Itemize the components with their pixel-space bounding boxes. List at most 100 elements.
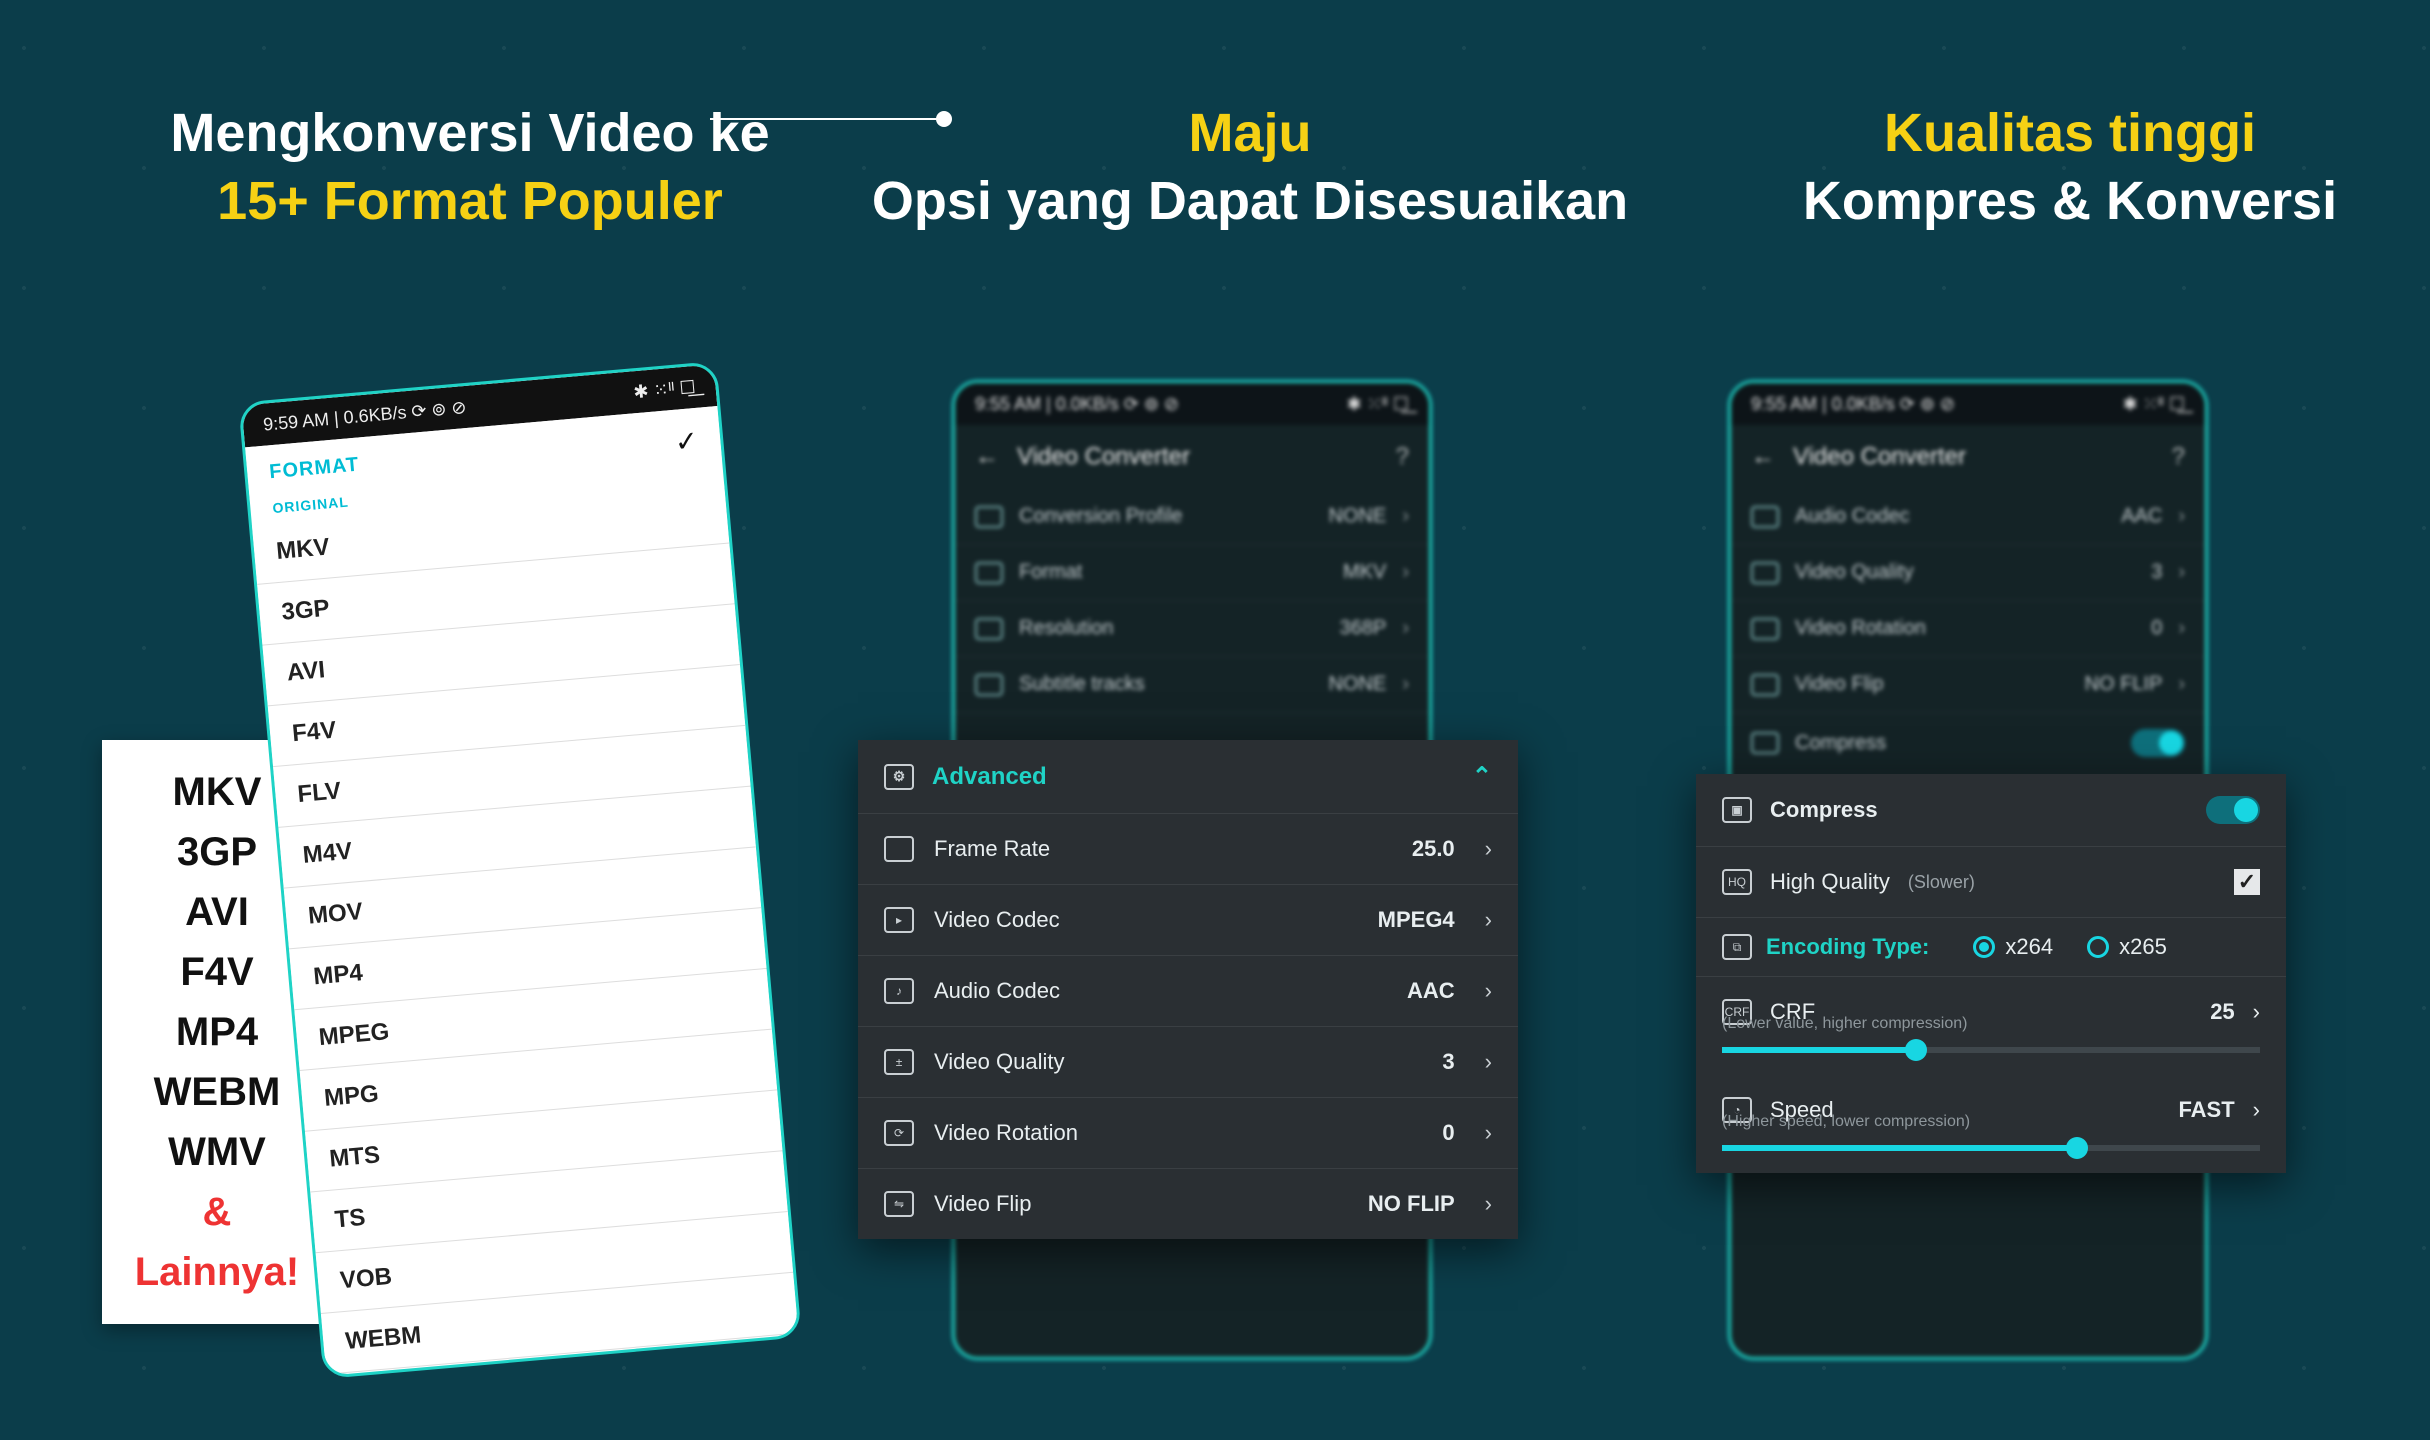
high-quality-row[interactable]: HQ High Quality (Slower) ✓: [1696, 846, 2286, 917]
help-icon[interactable]: ?: [2172, 443, 2185, 471]
row-label: Video Flip: [1795, 673, 1884, 696]
compress-title: Compress: [1770, 797, 1878, 823]
flip-icon: ⇋: [884, 1191, 914, 1217]
compress-toggle[interactable]: [2131, 729, 2185, 757]
settings-row[interactable]: Video Flip NO FLIP ›: [1731, 657, 2205, 713]
row-value: AAC: [2121, 505, 2162, 528]
advanced-header[interactable]: Advanced ⌃: [858, 740, 1518, 813]
settings-row[interactable]: ⟳ Video Rotation 0 ›: [858, 1097, 1518, 1168]
status-right: ✱ ⁙ᴵᴵ ☐͟: [2123, 394, 2185, 415]
rotation-icon: [1751, 618, 1779, 640]
hq-icon: HQ: [1722, 869, 1752, 895]
chevron-right-icon: ›: [1402, 617, 1409, 640]
row-label: Subtitle tracks: [1019, 673, 1145, 696]
quality-icon: ±: [884, 1049, 914, 1075]
settings-row[interactable]: Resolution 368P ›: [955, 601, 1429, 657]
encoding-label: Encoding Type:: [1766, 934, 1929, 960]
row-label: Frame Rate: [934, 836, 1050, 862]
heading-advanced: Maju Opsi yang Dapat Disesuaikan: [870, 100, 1630, 235]
chevron-right-icon: ›: [1402, 505, 1409, 528]
gear-icon: [884, 764, 914, 790]
settings-row[interactable]: ± Video Quality 3 ›: [858, 1026, 1518, 1097]
help-icon[interactable]: ?: [1396, 443, 1409, 471]
row-label: Audio Codec: [934, 978, 1060, 1004]
encoding-type-row: ⧉ Encoding Type: x264 x265: [1696, 917, 2286, 976]
video-codec-icon: ▸: [884, 907, 914, 933]
radio-x265[interactable]: x265: [2087, 934, 2167, 960]
compress-header[interactable]: ▣ Compress: [1696, 774, 2286, 846]
row-label: Video Quality: [1795, 561, 1914, 584]
legend-item: WMV: [112, 1122, 322, 1182]
compress-panel: ▣ Compress HQ High Quality (Slower) ✓ ⧉ …: [1696, 774, 2286, 1173]
row-label: Video Codec: [934, 907, 1060, 933]
check-icon[interactable]: ✓: [673, 424, 699, 459]
radio-label: x265: [2119, 934, 2167, 960]
chevron-right-icon: ›: [2178, 561, 2185, 584]
settings-row[interactable]: ▸ Video Codec MPEG4 ›: [858, 884, 1518, 955]
back-icon[interactable]: ←: [975, 443, 999, 471]
settings-row[interactable]: Compress: [1731, 713, 2205, 774]
crf-hint: (Lower value, higher compression): [1696, 1015, 2286, 1039]
chevron-right-icon: ›: [1485, 978, 1492, 1004]
heading-compress-bottom: Kompres & Konversi: [1803, 171, 2337, 231]
settings-row[interactable]: Format MKV ›: [955, 545, 1429, 601]
settings-row[interactable]: ⇋ Video Flip NO FLIP ›: [858, 1168, 1518, 1239]
status-bar: 9:55 AM | 0.0KB/s ⟳ ⊚ ⊘ ✱ ⁙ᴵᴵ ☐͟: [1731, 383, 2205, 425]
advanced-panel: Advanced ⌃ Frame Rate 25.0 › ▸ Video Cod…: [858, 740, 1518, 1239]
subtitle-icon: [975, 674, 1003, 696]
compress-toggle[interactable]: [2206, 796, 2260, 824]
settings-row[interactable]: Audio Codec AAC ›: [1731, 489, 2205, 545]
hq-note: (Slower): [1908, 872, 1975, 893]
format-heading: FORMAT: [268, 454, 361, 495]
status-left: 9:55 AM | 0.0KB/s ⟳ ⊚ ⊘: [975, 394, 1179, 415]
resolution-icon: [975, 618, 1003, 640]
heading-advanced-top: Maju: [1188, 103, 1311, 163]
settings-row[interactable]: Frame Rate 25.0 ›: [858, 813, 1518, 884]
back-icon[interactable]: ←: [1751, 443, 1775, 471]
settings-row[interactable]: Conversion Profile NONE ›: [955, 489, 1429, 545]
row-value: 3: [1442, 1049, 1454, 1075]
frame-rate-icon: [884, 836, 914, 862]
advanced-title: Advanced: [932, 763, 1047, 791]
format-list[interactable]: MKV 3GP AVI F4V FLV M4V MOV MP4 MPEG MPG…: [252, 483, 799, 1375]
legend-item: WEBM: [112, 1062, 322, 1122]
profile-icon: [975, 506, 1003, 528]
checkbox-checked-icon[interactable]: ✓: [2234, 869, 2260, 895]
heading-convert-line1: Mengkonversi Video ke: [170, 103, 769, 163]
row-value: 368P: [1340, 617, 1387, 640]
row-value: MPEG4: [1378, 907, 1455, 933]
speed-slider[interactable]: [1722, 1145, 2260, 1151]
settings-row[interactable]: Video Rotation 0 ›: [1731, 601, 2205, 657]
heading-advanced-bottom: Opsi yang Dapat Disesuaikan: [872, 171, 1628, 231]
phone-format-list: 9:59 AM | 0.6KB/s ⟳ ⊚ ⊘ ✱ ⁙ᴵᴵ ☐͟ FORMAT …: [238, 361, 802, 1379]
legend-amp: &: [112, 1182, 322, 1242]
rotation-icon: ⟳: [884, 1120, 914, 1146]
settings-row[interactable]: ♪ Audio Codec AAC ›: [858, 955, 1518, 1026]
quality-icon: [1751, 562, 1779, 584]
row-label: Video Rotation: [1795, 617, 1926, 640]
crf-slider[interactable]: [1722, 1047, 2260, 1053]
row-label: Compress: [1795, 732, 1886, 755]
slider-knob[interactable]: [1905, 1039, 1927, 1061]
heading-convert-line2: 15+ Format Populer: [217, 171, 723, 231]
crf-value: 25: [2210, 999, 2234, 1025]
radio-x264[interactable]: x264: [1973, 934, 2053, 960]
row-value: NO FLIP: [2085, 673, 2163, 696]
row-label: Format: [1019, 561, 1082, 584]
row-value: NO FLIP: [1368, 1191, 1455, 1217]
chevron-right-icon: ›: [1485, 1049, 1492, 1075]
status-right: ✱ ⁙ᴵᴵ ☐͟: [633, 376, 697, 402]
chevron-up-icon: ⌃: [1472, 762, 1492, 791]
settings-row[interactable]: Video Quality 3 ›: [1731, 545, 2205, 601]
chevron-right-icon: ›: [1485, 1120, 1492, 1146]
flip-icon: [1751, 674, 1779, 696]
row-value: NONE: [1329, 505, 1387, 528]
slider-knob[interactable]: [2066, 1137, 2088, 1159]
row-label: Conversion Profile: [1019, 505, 1182, 528]
status-bar: 9:55 AM | 0.0KB/s ⟳ ⊚ ⊘ ✱ ⁙ᴵᴵ ☐͟: [955, 383, 1429, 425]
status-right: ✱ ⁙ᴵᴵ ☐͟: [1347, 394, 1409, 415]
chevron-right-icon: ›: [1402, 673, 1409, 696]
compress-icon: [1751, 732, 1779, 754]
row-value: 0: [2151, 617, 2162, 640]
settings-row[interactable]: Subtitle tracks NONE ›: [955, 657, 1429, 713]
